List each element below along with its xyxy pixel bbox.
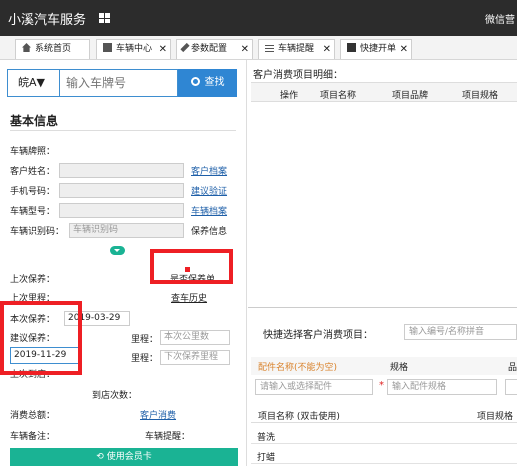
- customer-file-link[interactable]: 客户档案: [191, 164, 227, 177]
- customer-label: 客户姓名：: [10, 167, 56, 177]
- divider: [248, 307, 517, 308]
- plate-prefix-select[interactable]: 皖A▼: [7, 69, 60, 97]
- wechat-link[interactable]: 微信营: [485, 11, 515, 26]
- plate-label: 车辆牌照：: [10, 147, 56, 157]
- last-maint-label: 上次保养：: [10, 275, 56, 285]
- spec-header: 规格: [390, 363, 409, 373]
- vehicle-note-label: 车辆备注：: [10, 432, 56, 442]
- highlight-dot: [185, 267, 190, 272]
- item-name: 打蜡: [257, 453, 276, 463]
- use-member-card-button[interactable]: ⟲ 使用会员卡: [10, 448, 238, 466]
- col-header: 项目规格: [477, 412, 514, 422]
- visit-count-label: 到店次数：: [92, 391, 138, 401]
- phone-label: 手机号码：: [10, 187, 56, 197]
- phone-field[interactable]: [59, 183, 184, 198]
- extra-header: 品: [508, 363, 517, 373]
- search-icon: [190, 77, 200, 86]
- vehicle-remind-label: 车辆提醒：: [145, 432, 191, 442]
- tab-home[interactable]: 系统首页: [15, 39, 90, 59]
- tab-vehicle-remind[interactable]: 车辆提醒 ✕: [258, 39, 335, 59]
- member-card-label: 使用会员卡: [106, 452, 152, 462]
- close-icon[interactable]: ✕: [241, 40, 249, 59]
- col-header: 项目名称 (双击使用): [258, 412, 340, 422]
- consume-panel: 客户消费项目明细： 操作 项目名称 项目品牌 项目规格 快捷选择客户消费项目： …: [248, 60, 517, 466]
- home-icon: [22, 43, 31, 52]
- expand-toggle[interactable]: [110, 246, 125, 255]
- highlight-box: [0, 301, 82, 375]
- member-card-icon: ⟲: [96, 452, 107, 462]
- item-name: 普洗: [257, 433, 276, 443]
- verify-link[interactable]: 建议验证: [191, 184, 227, 197]
- consume-table-header: 操作 项目名称 项目品牌 项目规格: [251, 82, 517, 102]
- close-icon[interactable]: ✕: [400, 40, 408, 59]
- close-icon[interactable]: ✕: [323, 40, 331, 59]
- tab-label: 快捷开单: [360, 44, 397, 54]
- vehicle-history-link[interactable]: 查车历史: [171, 291, 207, 304]
- highlight-box: [150, 249, 233, 284]
- quick-search-input[interactable]: 输入编号/名称拼音: [404, 324, 517, 340]
- quick-list-header: 项目名称 (双击使用) 项目规格: [251, 406, 517, 423]
- quick-select-title: 快捷选择客户消费项目：: [263, 330, 373, 341]
- tab-label: 车辆中心: [116, 44, 153, 54]
- customer-name-field[interactable]: [59, 163, 184, 178]
- tab-param-config[interactable]: 参数配置 ✕: [176, 39, 253, 59]
- tab-label: 系统首页: [35, 44, 72, 54]
- maint-info-label: 保养信息: [191, 227, 228, 237]
- plate-input[interactable]: [60, 69, 178, 97]
- part-extra-input[interactable]: [505, 379, 517, 395]
- mileage-label: 里程：: [131, 335, 159, 345]
- wrench-icon: [180, 42, 190, 53]
- tab-vehicle-center[interactable]: 车辆中心 ✕: [96, 39, 171, 59]
- list-icon: [265, 45, 274, 52]
- grid-menu-icon[interactable]: [99, 13, 110, 23]
- vin-label: 车辆识别码：: [10, 227, 65, 237]
- part-header-row: 配件名称(不能为空) 规格 品: [251, 357, 517, 375]
- list-item[interactable]: 普洗: [251, 425, 517, 444]
- next-mileage-input[interactable]: 下次保养里程: [160, 350, 230, 365]
- col-header: 项目名称: [320, 91, 357, 101]
- app-header: 小溪汽车服务 微信营: [0, 0, 517, 36]
- order-icon: [347, 43, 356, 52]
- section-title: 基本信息: [10, 114, 59, 128]
- model-field[interactable]: [59, 203, 184, 218]
- list-item[interactable]: 打蜡: [251, 445, 517, 464]
- consume-title: 客户消费项目明细：: [253, 70, 343, 81]
- tab-label: 车辆提醒: [278, 44, 315, 54]
- required-star: *: [379, 380, 384, 391]
- app-title: 小溪汽车服务: [8, 13, 87, 28]
- close-icon[interactable]: ✕: [159, 40, 167, 59]
- part-spec-input[interactable]: 输入配件规格: [387, 379, 497, 395]
- part-name-input[interactable]: 请输入或选择配件: [255, 379, 373, 395]
- search-button-label: 查找: [204, 77, 225, 88]
- next-mileage-label: 里程：: [131, 354, 159, 364]
- divider: [10, 130, 236, 131]
- part-name-header: 配件名称(不能为空): [258, 363, 338, 373]
- model-label: 车辆型号：: [10, 207, 56, 217]
- vehicle-info-panel: 皖A▼ 查找 基本信息 车辆牌照： 客户姓名： 客户档案 手机号码： 建议验证 …: [0, 60, 247, 466]
- total-spend-label: 消费总额：: [10, 411, 56, 421]
- customer-spend-link[interactable]: 客户消费: [140, 408, 176, 421]
- truck-icon: [103, 43, 112, 52]
- col-header: 项目规格: [462, 91, 499, 101]
- col-header: 操作: [280, 91, 299, 101]
- col-header: 项目品牌: [392, 91, 429, 101]
- tab-quick-order[interactable]: 快捷开单 ✕: [340, 39, 412, 59]
- tab-label: 参数配置: [191, 44, 228, 54]
- mileage-input[interactable]: 本次公里数: [160, 330, 230, 345]
- tab-bar: 系统首页 车辆中心 ✕ 参数配置 ✕ 车辆提醒 ✕ 快捷开单 ✕: [0, 36, 517, 60]
- vin-field[interactable]: 车辆识别码: [69, 223, 184, 238]
- search-button[interactable]: 查找: [178, 69, 237, 97]
- vehicle-file-link[interactable]: 车辆档案: [191, 204, 227, 217]
